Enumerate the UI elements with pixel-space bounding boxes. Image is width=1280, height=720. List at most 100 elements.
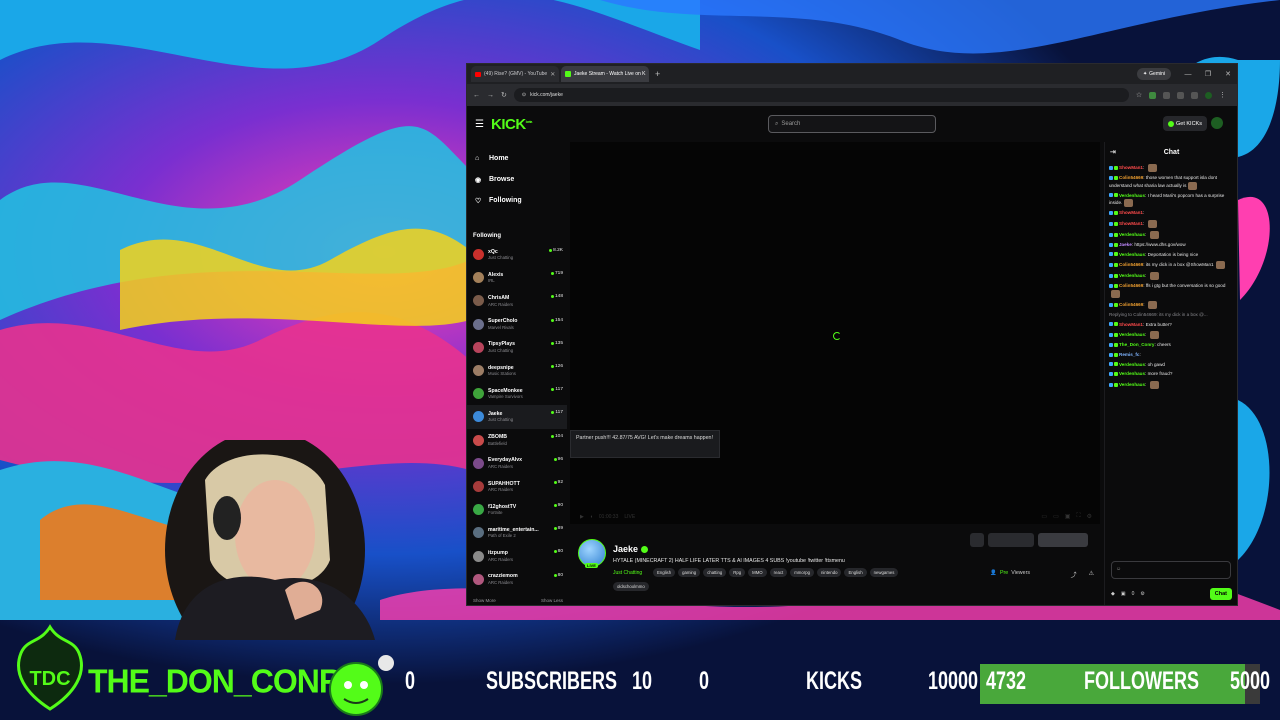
close-tab-icon[interactable]: ✕	[550, 71, 555, 78]
sidebar-item-channel[interactable]: xQc Just Chatting 8.2K	[467, 243, 567, 266]
follow-button[interactable]	[1038, 533, 1088, 547]
sidebar-item-channel[interactable]: SpaceMonkee Vampire Survivors 117	[467, 382, 567, 405]
chat-username[interactable]: ShowMan1	[1119, 221, 1143, 226]
tag[interactable]: gaming	[678, 568, 701, 577]
minimize-icon[interactable]: —	[1179, 71, 1197, 78]
restore-icon[interactable]: ❐	[1199, 70, 1217, 78]
play-icon[interactable]: ▶	[580, 514, 584, 520]
chat-username[interactable]: Colin54669	[1119, 263, 1143, 268]
close-window-icon[interactable]: ✕	[1219, 70, 1237, 78]
chat-username[interactable]: ShowMan1	[1119, 210, 1143, 215]
back-icon[interactable]: ←	[473, 92, 480, 99]
chat-username[interactable]: ShowMan1	[1119, 322, 1143, 327]
sidebar-item-browse[interactable]: ◉ Browse	[467, 169, 567, 190]
sidebar-item-channel[interactable]: SuperCholo Marvel Rivals 154	[467, 313, 567, 336]
share-icon[interactable]: ⤴	[1071, 570, 1077, 579]
chat-username[interactable]: Jaeke	[1119, 242, 1132, 247]
subscribe-button[interactable]	[988, 533, 1034, 547]
new-tab-button[interactable]: +	[651, 69, 664, 79]
tab-youtube[interactable]: (49) Rise? (GMV) - YouTube ✕	[471, 66, 559, 82]
sidebar-item-channel[interactable]: Jaeke Just Chatting 117	[467, 405, 567, 429]
fullscreen-icon[interactable]: ⛶	[1076, 513, 1080, 520]
extension-icon[interactable]	[1149, 91, 1157, 99]
tab-kick[interactable]: Jaeke Stream - Watch Live on K ✕	[561, 66, 649, 82]
chat-username[interactable]: Verdenhaus	[1119, 382, 1145, 387]
video-player[interactable]: ▶ ◖ 01:00:33 LIVE ▭ ▭ ▣ ⛶ ⚙	[570, 142, 1100, 524]
chat-username[interactable]: Verdenhaus	[1119, 362, 1145, 367]
streamer-name[interactable]: Jaeke	[613, 544, 649, 554]
tag[interactable]: nintendo	[816, 568, 842, 577]
tab-strip: (49) Rise? (GMV) - YouTube ✕ Jaeke Strea…	[467, 64, 1237, 84]
sidebar-item-home[interactable]: ⌂ Home	[467, 148, 567, 169]
avatar[interactable]	[1211, 117, 1223, 129]
chat-username[interactable]: Verdenhaus	[1119, 371, 1145, 376]
stream-category[interactable]: Just Chatting	[613, 570, 642, 576]
sidebar-item-channel[interactable]: ZBOMB Battlefield 104	[467, 429, 567, 452]
sidebar-item-channel[interactable]: itzpump ARC Raiders 80	[467, 544, 567, 567]
site-info-icon[interactable]: ⊙	[522, 92, 526, 98]
tag[interactable]: MMO	[748, 568, 767, 577]
show-less-link[interactable]: Show Less	[541, 598, 563, 603]
extension-icon[interactable]	[1163, 91, 1171, 99]
show-more-link[interactable]: Show More	[473, 598, 496, 603]
chat-username[interactable]: Verdenhaus	[1119, 232, 1145, 237]
chat-username[interactable]: Colin54669	[1119, 175, 1143, 180]
chat-username[interactable]: Verdenhaus	[1119, 332, 1145, 337]
sidebar-item-channel[interactable]: deepsnipe Music Stations 126	[467, 359, 567, 382]
send-chat-button[interactable]: Chat	[1209, 588, 1232, 600]
gemini-button[interactable]: ✦ Gemini	[1136, 68, 1171, 80]
tag[interactable]: newgames	[869, 568, 899, 577]
sidebar-item-following[interactable]: ♡ Following	[467, 190, 567, 211]
chat-username[interactable]: Verdenhaus	[1119, 274, 1145, 279]
emoji-icon[interactable]: ☺	[1116, 566, 1121, 572]
get-kicks-button[interactable]: Get KICKs	[1163, 116, 1207, 131]
chat-username[interactable]: Colin54669	[1119, 283, 1143, 288]
sidebar-item-channel[interactable]: maritime_entertain... Path of Exile 2 89	[467, 521, 567, 544]
sidebar-item-channel[interactable]: EverydayAlvx ARC Raiders 96	[467, 452, 567, 475]
theater-icon[interactable]: ▭	[1053, 513, 1059, 520]
tag[interactable]: English	[844, 568, 867, 577]
chat-input[interactable]: ☺	[1111, 561, 1231, 579]
url-field[interactable]: ⊙ kick.com/jaeke	[513, 88, 1129, 102]
kick-logo[interactable]: KICKbeta	[491, 116, 532, 133]
clip-icon[interactable]: ▭	[1041, 513, 1047, 520]
kick-goal: 10000	[928, 667, 979, 695]
chat-username[interactable]: Verdenhaus	[1119, 193, 1145, 198]
channel-avatar	[473, 295, 484, 307]
menu-icon[interactable]: ⋮	[1219, 91, 1226, 99]
volume-icon[interactable]: ◖	[590, 514, 593, 520]
chat-username[interactable]: Colin54669	[1119, 302, 1143, 307]
collapse-chat-icon[interactable]: ⇥	[1110, 148, 1116, 156]
alert-icon[interactable]: ⚠	[1089, 570, 1094, 579]
pip-icon[interactable]: ▣	[1065, 513, 1071, 520]
gift-icon[interactable]	[970, 533, 984, 547]
profile-icon[interactable]	[1205, 91, 1213, 99]
tag[interactable]: chatting	[703, 568, 727, 577]
chat-username[interactable]: Verdenhaus	[1119, 252, 1145, 257]
chat-username[interactable]: Remis_fc	[1119, 352, 1139, 357]
gift-icon[interactable]: ▣	[1121, 591, 1126, 597]
star-icon[interactable]: ☆	[1136, 91, 1142, 99]
tag[interactable]: oldschoolmmo	[613, 582, 649, 591]
sidebar-item-channel[interactable]: ChrisAM ARC Raiders 148	[467, 289, 567, 312]
sidebar-item-channel[interactable]: f12ghostTV Fortnite 90	[467, 498, 567, 521]
extension-icon[interactable]	[1191, 91, 1199, 99]
reload-icon[interactable]: ↻	[501, 91, 507, 99]
sidebar-item-channel[interactable]: SUPAHHOTT ARC Raiders 92	[467, 475, 567, 498]
tag[interactable]: react	[769, 568, 788, 577]
tag[interactable]: English	[653, 568, 676, 577]
hamburger-icon[interactable]: ☰	[475, 119, 489, 130]
settings-icon[interactable]: ⚙	[1140, 591, 1144, 597]
tag[interactable]: mmorpg	[790, 568, 814, 577]
forward-icon[interactable]: →	[487, 92, 494, 99]
extension-icon[interactable]	[1177, 91, 1185, 99]
settings-icon[interactable]: ⚙	[1087, 513, 1092, 520]
chat-username[interactable]: The_Don_Conry	[1119, 342, 1154, 347]
sidebar-item-channel[interactable]: crazziemom ARC Raiders 80	[467, 568, 567, 591]
search-input[interactable]: ⌕ Search	[768, 115, 936, 133]
sidebar-item-channel[interactable]: TipsyPlays Just Chatting 135	[467, 336, 567, 359]
sidebar-item-channel[interactable]: Alexis IRL 719	[467, 266, 567, 289]
kick-icon[interactable]: ◆	[1111, 591, 1115, 597]
tag[interactable]: Rpg	[729, 568, 746, 577]
chat-username[interactable]: ShowMan1	[1119, 165, 1143, 170]
